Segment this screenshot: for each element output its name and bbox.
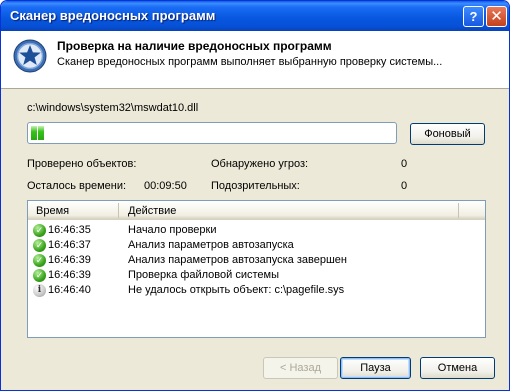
defender-shield-icon: [13, 39, 47, 73]
header-title: Проверка на наличие вредоносных программ: [57, 39, 332, 53]
column-divider[interactable]: [458, 203, 459, 218]
window-title: Сканер вредоносных программ: [10, 8, 216, 23]
ok-icon: ✓: [33, 239, 46, 252]
log-row[interactable]: i 16:46:40 Не удалось открыть объект: c:…: [28, 283, 485, 298]
log-row[interactable]: ✓ 16:46:39 Анализ параметров автозапуска…: [28, 253, 485, 268]
column-header-time[interactable]: Время: [36, 205, 69, 217]
checked-label: Проверено объектов:: [27, 158, 137, 170]
threats-label: Обнаружено угроз:: [211, 158, 309, 170]
log-header: Время Действие: [28, 201, 485, 220]
back-button[interactable]: < Назад: [263, 357, 338, 379]
log-action: Анализ параметров автозапуска завершен: [128, 254, 347, 266]
log-time: 16:46:40: [48, 284, 91, 296]
column-divider[interactable]: [118, 203, 119, 218]
info-icon: i: [33, 284, 46, 297]
scan-log-list[interactable]: Время Действие ✓ 16:46:35 Начало проверк…: [27, 200, 486, 338]
log-time: 16:46:39: [48, 269, 91, 281]
current-file-path: c:\windows\system32\mswdat10.dll: [27, 102, 199, 114]
log-row[interactable]: ✓ 16:46:35 Начало проверки: [28, 223, 485, 238]
wizard-header: Проверка на наличие вредоносных программ…: [1, 31, 509, 89]
ok-icon: ✓: [33, 224, 46, 237]
pause-button[interactable]: Пауза: [340, 357, 411, 379]
header-subtitle: Сканер вредоносных программ выполняет вы…: [57, 56, 443, 68]
log-action: Начало проверки: [128, 224, 217, 236]
suspicious-value: 0: [401, 180, 408, 192]
column-header-action[interactable]: Действие: [128, 205, 176, 217]
scan-progress-bar: [27, 122, 397, 144]
threats-value: 0: [401, 158, 408, 170]
log-time: 16:46:35: [48, 224, 91, 236]
remaining-label: Осталось времени:: [27, 180, 127, 192]
scanner-window: Сканер вредоносных программ ? ✕ Проверка…: [0, 0, 510, 391]
suspicious-label: Подозрительных:: [211, 180, 300, 192]
log-row[interactable]: ✓ 16:46:37 Анализ параметров автозапуска: [28, 238, 485, 253]
cancel-button[interactable]: Отмена: [420, 357, 495, 379]
help-button[interactable]: ?: [463, 6, 484, 27]
log-time: 16:46:37: [48, 239, 91, 251]
progress-block: [31, 126, 37, 140]
remaining-value: 00:09:50: [144, 180, 187, 192]
background-button[interactable]: Фоновый: [410, 123, 485, 145]
log-row[interactable]: ✓ 16:46:39 Проверка файловой системы: [28, 268, 485, 283]
close-button[interactable]: ✕: [486, 6, 507, 27]
log-time: 16:46:39: [48, 254, 91, 266]
ok-icon: ✓: [33, 269, 46, 282]
title-bar[interactable]: Сканер вредоносных программ ? ✕: [1, 1, 509, 31]
ok-icon: ✓: [33, 254, 46, 267]
log-action: Анализ параметров автозапуска: [128, 239, 294, 251]
log-action: Проверка файловой системы: [128, 269, 279, 281]
log-action: Не удалось открыть объект: c:\pagefile.s…: [128, 284, 345, 296]
progress-block: [38, 126, 44, 140]
